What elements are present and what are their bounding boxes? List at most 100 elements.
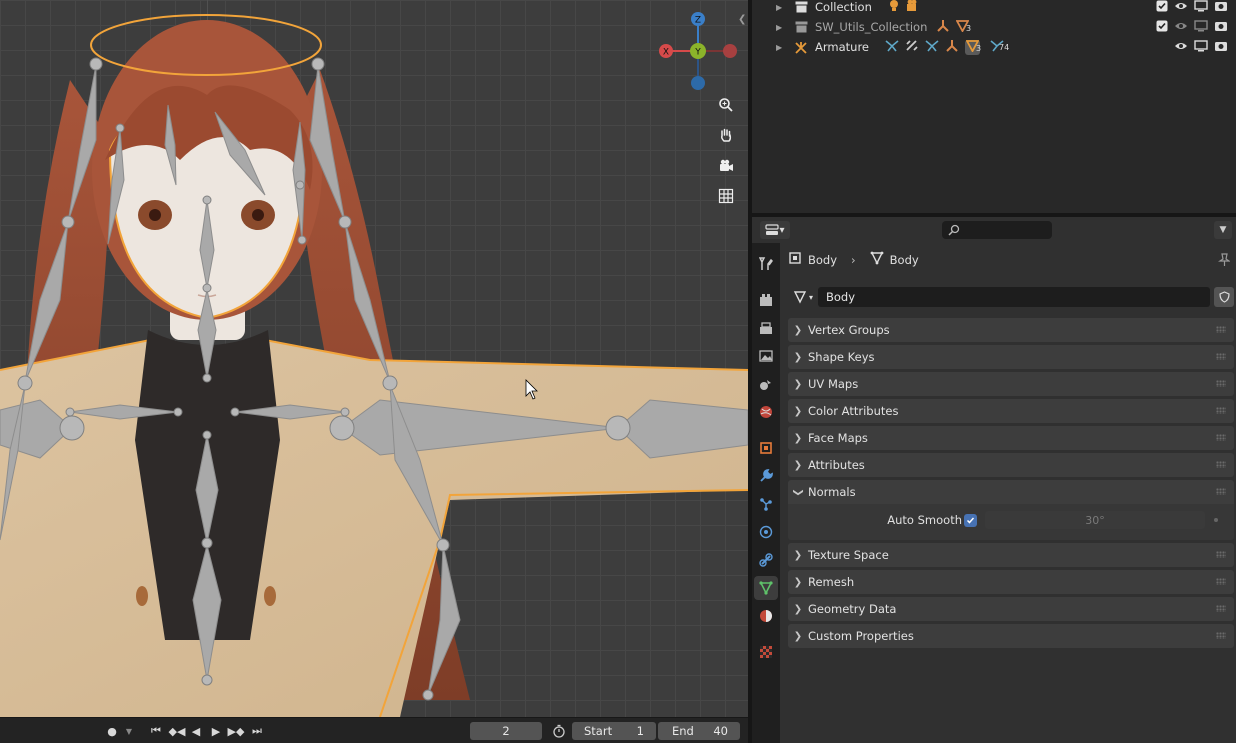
pan-hand-icon[interactable]	[714, 123, 738, 147]
mesh-browse-dropdown[interactable]: ▾	[788, 287, 818, 307]
panel-color-attributes[interactable]: ❯ Color Attributes	[788, 399, 1234, 423]
jump-start-icon[interactable]: ⏮	[148, 723, 164, 739]
mesh-data-properties-icon[interactable]	[754, 576, 778, 600]
drag-grip-icon[interactable]	[1216, 632, 1226, 639]
pupil-right	[252, 209, 264, 221]
grid-icon[interactable]	[714, 184, 738, 208]
render-camera-icon[interactable]	[1214, 20, 1228, 35]
render-camera-icon[interactable]	[1214, 40, 1228, 55]
auto-smooth-checkbox[interactable]	[964, 514, 977, 527]
eye-icon[interactable]	[1174, 20, 1188, 34]
chevron-right-icon: ❯	[793, 378, 803, 390]
render-camera-icon[interactable]	[1214, 0, 1228, 15]
world-properties-icon[interactable]	[754, 400, 778, 424]
monitor-icon[interactable]	[1194, 39, 1208, 55]
outliner-label: Armature	[815, 40, 869, 54]
drag-grip-icon[interactable]	[1216, 578, 1226, 585]
fake-user-shield-icon[interactable]	[1214, 287, 1234, 307]
mesh-data-icon: 3	[965, 39, 981, 55]
material-properties-icon[interactable]	[754, 604, 778, 628]
particles-icon[interactable]	[754, 492, 778, 516]
drag-grip-icon[interactable]	[1216, 488, 1226, 495]
expand-arrow-icon[interactable]: ▶	[776, 23, 782, 32]
panel-remesh[interactable]: ❯ Remesh	[788, 570, 1234, 594]
drag-grip-icon[interactable]	[1216, 434, 1226, 441]
drag-grip-icon[interactable]	[1216, 605, 1226, 612]
play-icon[interactable]: ▶	[208, 723, 224, 739]
bone-constraint-icon	[905, 39, 919, 55]
panel-uv-maps[interactable]: ❯ UV Maps	[788, 372, 1234, 396]
row-content-icons	[888, 0, 920, 15]
editor-type-dropdown[interactable]: ▾	[760, 221, 790, 239]
end-frame-field[interactable]: End 40	[658, 722, 740, 740]
panel-custom-properties[interactable]: ❯ Custom Properties	[788, 624, 1234, 648]
gizmo-neg-z-axis[interactable]	[691, 76, 705, 90]
start-frame-field[interactable]: Start 1	[572, 722, 656, 740]
camera-icon[interactable]	[714, 154, 738, 178]
object-properties-icon[interactable]	[754, 436, 778, 460]
drag-grip-icon[interactable]	[1216, 407, 1226, 414]
pupil-left	[149, 209, 161, 221]
exclude-checkbox-icon[interactable]	[1156, 0, 1168, 15]
tool-settings-icon[interactable]	[754, 252, 778, 276]
monitor-icon[interactable]	[1194, 19, 1208, 35]
monitor-icon[interactable]	[1194, 0, 1208, 15]
modifier-wrench-icon[interactable]	[754, 464, 778, 488]
panel-normals[interactable]: ❯ Normals	[788, 480, 1234, 504]
stopwatch-icon[interactable]	[550, 723, 568, 739]
drag-grip-icon[interactable]	[1216, 353, 1226, 360]
collapse-sidebar-icon[interactable]: ❮	[738, 14, 746, 25]
outliner-row-sw-utils[interactable]: ▶ SW_Utils_Collection 3	[752, 17, 1236, 37]
prev-keyframe-icon[interactable]: ◆◀	[168, 723, 186, 739]
jump-end-icon[interactable]: ⏭	[249, 723, 265, 739]
timeline-bar: ● ▼ ⏮ ◆◀ ◀ ▶ ▶◆ ⏭ 2 Start 1 End 40	[0, 717, 748, 743]
zoom-icon[interactable]	[714, 93, 738, 117]
character-model[interactable]	[0, 0, 748, 717]
panel-shape-keys[interactable]: ❯ Shape Keys	[788, 345, 1234, 369]
next-keyframe-icon[interactable]: ▶◆	[227, 723, 245, 739]
keying-dropdown-icon[interactable]: ▼	[122, 723, 136, 739]
panel-vertex-groups[interactable]: ❯ Vertex Groups	[788, 318, 1234, 342]
current-frame-field[interactable]: 2	[470, 722, 542, 740]
panel-geometry-data[interactable]: ❯ Geometry Data	[788, 597, 1234, 621]
expand-arrow-icon[interactable]: ▶	[776, 3, 782, 12]
panel-attributes[interactable]: ❯ Attributes	[788, 453, 1234, 477]
pin-icon[interactable]	[1218, 253, 1231, 270]
view-layer-icon[interactable]	[754, 344, 778, 368]
header-options-chevron-icon[interactable]: ▼	[1214, 221, 1232, 239]
end-frame-value: 40	[713, 724, 728, 738]
outliner-row-armature[interactable]: ▶ Armature 3 74	[752, 37, 1236, 57]
play-reverse-icon[interactable]: ◀	[188, 723, 204, 739]
gizmo-neg-x-axis[interactable]	[723, 44, 737, 58]
drag-grip-icon[interactable]	[1216, 380, 1226, 387]
panel-title: Vertex Groups	[808, 323, 890, 337]
mesh-name-field[interactable]: Body	[818, 287, 1210, 307]
panel-title: Geometry Data	[808, 602, 897, 616]
output-properties-icon[interactable]	[754, 316, 778, 340]
panel-face-maps[interactable]: ❯ Face Maps	[788, 426, 1234, 450]
eye-icon[interactable]	[1174, 0, 1188, 14]
physics-icon[interactable]	[754, 520, 778, 544]
navigation-gizmo[interactable]: Z X Y	[656, 10, 742, 96]
render-properties-icon[interactable]	[754, 288, 778, 312]
outliner-row-collection[interactable]: ▶ Collection	[752, 0, 1236, 17]
drag-grip-icon[interactable]	[1216, 551, 1226, 558]
panel-texture-space[interactable]: ❯ Texture Space	[788, 543, 1234, 567]
expand-arrow-icon[interactable]: ▶	[776, 43, 782, 52]
eye-icon[interactable]	[1174, 40, 1188, 54]
auto-smooth-angle-field[interactable]: 30°	[985, 511, 1205, 529]
outliner: ▶ Collection ▶ SW_Utils_Collection 3 ▶ A…	[752, 0, 1236, 213]
drag-grip-icon[interactable]	[1216, 326, 1226, 333]
drag-grip-icon[interactable]	[1216, 461, 1226, 468]
texture-properties-icon[interactable]	[754, 640, 778, 664]
keyframe-record-icon[interactable]: ●	[104, 723, 120, 739]
exclude-checkbox-icon[interactable]	[1156, 20, 1168, 35]
panel-title: Shape Keys	[808, 350, 875, 364]
properties-search-input[interactable]	[942, 221, 1052, 239]
object-constraint-icon[interactable]	[754, 548, 778, 572]
collection-icon	[794, 0, 808, 14]
keyframe-dot-icon[interactable]	[1214, 518, 1218, 522]
row-toggles	[1174, 39, 1228, 55]
3d-viewport[interactable]: Z X Y ❮	[0, 0, 748, 717]
scene-properties-icon[interactable]	[754, 372, 778, 396]
